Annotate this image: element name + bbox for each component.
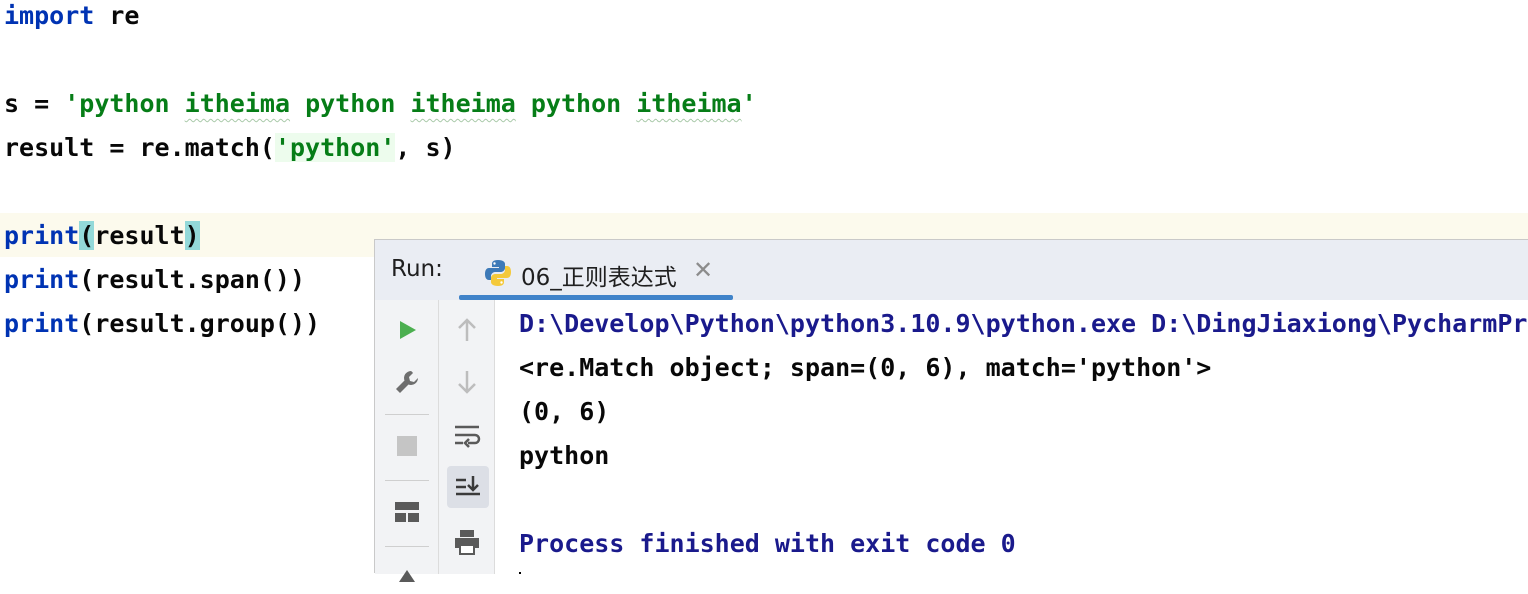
match-args: , s) (395, 133, 456, 162)
code-line-8[interactable]: print(result.group()) (4, 302, 320, 346)
run-header: Run: 06_正则表达式 ✕ (375, 240, 1528, 300)
console-output-line: <re.Match object; span=(0, 6), match='py… (519, 353, 1212, 382)
console-exit-message: Process finished with exit code 0 (519, 529, 1016, 558)
code-line-4[interactable]: result = re.match('python', s) (4, 126, 456, 170)
quote: ' (741, 89, 757, 118)
print-fn: print (4, 309, 80, 338)
console-caret (519, 572, 521, 574)
pin-button[interactable] (387, 554, 427, 594)
run-label: Run: (391, 256, 443, 282)
scroll-to-end-button[interactable] (447, 466, 489, 508)
console-output-line: python (519, 441, 610, 470)
console-command-line: D:\Develop\Python\python3.10.9\python.ex… (519, 309, 1528, 338)
stop-button[interactable] (387, 426, 427, 466)
previous-occurrence-button[interactable] (447, 310, 487, 350)
print-arg: (result.group()) (79, 309, 321, 338)
brace-close: ) (184, 221, 200, 250)
brace-open: ( (79, 221, 95, 250)
stop-icon (397, 436, 417, 456)
wrench-icon (396, 371, 418, 393)
run-tab[interactable]: 06_正则表达式 ✕ (459, 240, 733, 300)
print-arg: (result.span()) (79, 265, 306, 294)
settings-button[interactable] (387, 362, 427, 402)
module-name: re (94, 1, 140, 30)
code-line-3[interactable]: s = 'python itheima python itheima pytho… (4, 82, 757, 126)
console-toolbar (439, 300, 495, 574)
layout-icon (395, 502, 419, 522)
code-line-6[interactable]: print(result) (4, 214, 200, 258)
run-icon (400, 321, 416, 339)
tab-title: 06_正则表达式 (521, 265, 677, 291)
chevron-up-icon (399, 570, 415, 582)
str-word: python (305, 89, 396, 118)
console-output-line: (0, 6) (519, 397, 610, 426)
soft-wrap-icon (455, 425, 481, 448)
keyword-import: import (4, 1, 95, 30)
run-tool-window: Run: 06_正则表达式 ✕ D:\Develop\Python\python… (374, 239, 1528, 582)
str-word-typo: itheima (410, 89, 516, 118)
restore-layout-button[interactable] (387, 492, 427, 532)
quote: ' (64, 89, 80, 118)
scroll-to-end-icon (456, 476, 480, 496)
close-icon[interactable]: ✕ (693, 256, 713, 284)
up-arrow-icon (458, 318, 476, 341)
str-word-typo: itheima (184, 89, 291, 118)
print-button[interactable] (447, 522, 487, 562)
toolbar-separator (385, 546, 429, 547)
print-icon (455, 530, 479, 555)
str-word-typo: itheima (636, 89, 742, 118)
print-fn: print (4, 221, 80, 250)
toolbar-separator (385, 480, 429, 481)
run-toolbar (375, 300, 439, 582)
python-icon (485, 260, 511, 286)
print-arg: result (94, 221, 185, 250)
code-line-1[interactable]: import re (4, 0, 139, 38)
soft-wrap-button[interactable] (447, 416, 487, 456)
next-occurrence-button[interactable] (447, 362, 487, 402)
print-fn: print (4, 265, 80, 294)
str-word: python (79, 89, 170, 118)
rerun-button[interactable] (387, 310, 427, 350)
match-call: result = re.match( (4, 133, 275, 162)
down-arrow-icon (458, 371, 476, 394)
var-assign: s = (4, 89, 65, 118)
console-output[interactable]: D:\Develop\Python\python3.10.9\python.ex… (495, 300, 1528, 574)
toolbar-separator (385, 414, 429, 415)
pattern-string: 'python' (274, 133, 396, 162)
str-word: python (530, 89, 622, 118)
code-line-7[interactable]: print(result.span()) (4, 258, 305, 302)
